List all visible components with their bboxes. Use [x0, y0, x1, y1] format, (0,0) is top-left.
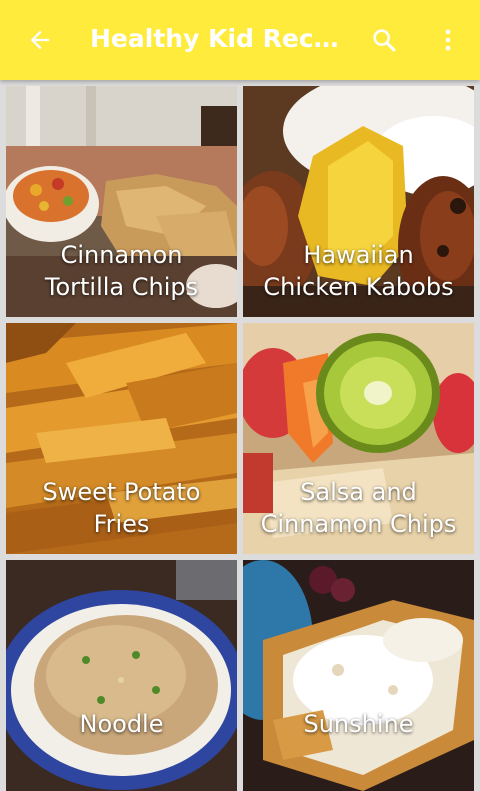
recipe-photo — [243, 560, 474, 791]
app-bar: Healthy Kid Reci... — [0, 0, 480, 80]
search-icon — [373, 29, 396, 52]
recipe-card-hawaiian-chicken-kabobs[interactable]: Hawaiian Chicken Kabobs — [243, 86, 474, 317]
recipe-label-line: Sweet Potato — [42, 478, 201, 506]
recipe-card-sweet-potato-fries[interactable]: Sweet Potato Fries — [6, 323, 237, 554]
recipe-label-line: Fries — [93, 510, 150, 538]
recipe-card-cinnamon-tortilla-chips[interactable]: Cinnamon Tortilla Chips — [6, 86, 237, 317]
back-button[interactable] — [16, 16, 64, 64]
more-vert-icon — [445, 29, 451, 51]
recipe-card-salsa-and-cinnamon-chips[interactable]: Salsa and Cinnamon Chips — [243, 323, 474, 554]
recipe-label: Sweet Potato Fries — [6, 476, 237, 540]
recipe-label-line: Noodle — [79, 710, 164, 738]
recipe-label-line: Salsa and — [300, 478, 417, 506]
more-options-button[interactable] — [424, 16, 472, 64]
recipe-label: Cinnamon Tortilla Chips — [6, 239, 237, 303]
recipe-label-line: Hawaiian — [303, 241, 414, 269]
search-button[interactable] — [360, 16, 408, 64]
recipe-label: Noodle — [6, 708, 237, 740]
recipe-label: Sunshine — [243, 708, 474, 740]
recipe-grid: Cinnamon Tortilla Chips Hawaiian Chicken… — [6, 86, 474, 791]
page-title: Healthy Kid Reci... — [90, 24, 340, 53]
recipe-label: Hawaiian Chicken Kabobs — [243, 239, 474, 303]
recipe-label-line: Sunshine — [303, 710, 414, 738]
recipe-photo — [6, 560, 237, 791]
arrow-back-icon — [30, 30, 50, 50]
recipe-label-line: Cinnamon Chips — [260, 510, 457, 538]
recipe-label-line: Cinnamon — [60, 241, 183, 269]
recipe-card-noodle[interactable]: Noodle — [6, 560, 237, 791]
recipe-label-line: Tortilla Chips — [44, 273, 199, 301]
recipe-label-line: Chicken Kabobs — [263, 273, 454, 301]
recipe-card-sunshine[interactable]: Sunshine — [243, 560, 474, 791]
recipe-label: Salsa and Cinnamon Chips — [243, 476, 474, 540]
